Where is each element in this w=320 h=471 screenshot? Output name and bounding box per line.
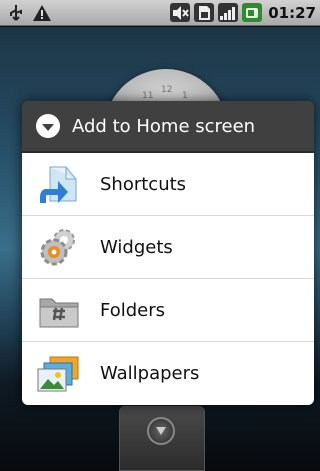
clock-number: 1 bbox=[182, 91, 188, 101]
list-item-folders[interactable]: Folders bbox=[22, 279, 314, 342]
warning-icon bbox=[32, 3, 52, 22]
list-item-label: Folders bbox=[100, 299, 166, 321]
shortcut-icon bbox=[36, 161, 82, 207]
widgets-gear-icon bbox=[36, 224, 82, 270]
usb-icon bbox=[6, 3, 26, 22]
list-item-wallpapers[interactable]: Wallpapers bbox=[22, 342, 314, 405]
list-item-label: Widgets bbox=[100, 236, 173, 258]
clock-number: 12 bbox=[161, 85, 173, 95]
app-drawer-handle[interactable] bbox=[119, 406, 205, 471]
signal-icon bbox=[218, 3, 239, 22]
sim-icon bbox=[194, 3, 215, 22]
add-to-home-dialog: Add to Home screen Shortcuts Widgets Fol… bbox=[22, 101, 314, 405]
mute-icon bbox=[170, 3, 191, 22]
wallpapers-icon bbox=[36, 351, 82, 397]
list-item-label: Wallpapers bbox=[100, 363, 200, 384]
dialog-title-bar: Add to Home screen bbox=[22, 101, 314, 153]
battery-icon bbox=[242, 3, 263, 22]
list-item-widgets[interactable]: Widgets bbox=[22, 216, 314, 279]
clock-number: 11 bbox=[142, 91, 154, 101]
status-right-icons: 01:27 bbox=[170, 3, 316, 22]
status-left-icons bbox=[6, 3, 52, 22]
dialog-options-list: Shortcuts Widgets Folders Wallpapers bbox=[22, 153, 314, 405]
dialog-title: Add to Home screen bbox=[72, 115, 256, 137]
app-drawer-icon[interactable] bbox=[147, 417, 175, 445]
dropdown-circle-icon bbox=[36, 114, 60, 138]
status-bar: 01:27 bbox=[0, 0, 320, 26]
folder-icon bbox=[36, 287, 82, 333]
status-time: 01:27 bbox=[268, 3, 316, 22]
list-item-shortcuts[interactable]: Shortcuts bbox=[22, 153, 314, 216]
list-item-label: Shortcuts bbox=[100, 173, 187, 195]
